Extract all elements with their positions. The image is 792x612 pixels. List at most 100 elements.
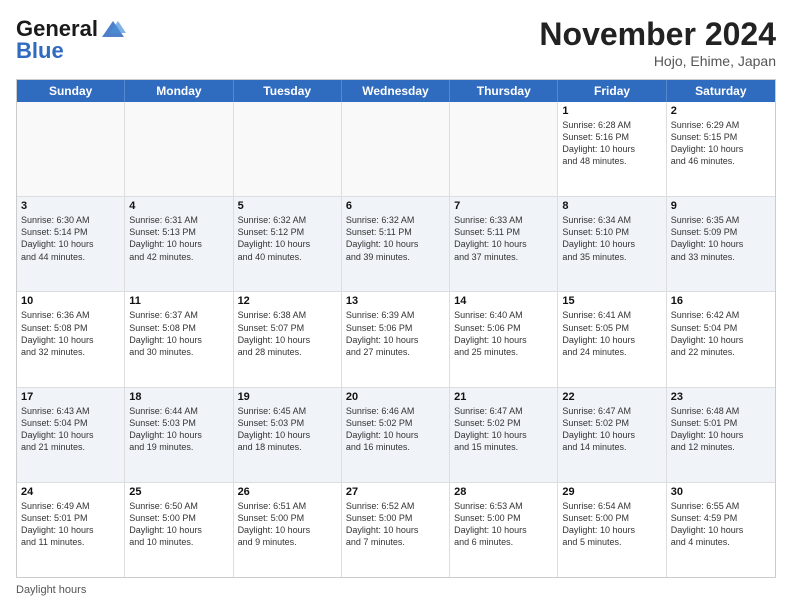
cal-cell-day-21: 21 Sunrise: 6:47 AM Sunset: 5:02 PM Dayli… (450, 388, 558, 482)
cell-sun-info: Sunrise: 6:46 AM Sunset: 5:02 PM Dayligh… (346, 405, 445, 454)
day-number: 23 (671, 391, 771, 403)
day-number: 20 (346, 391, 445, 403)
day-number: 28 (454, 486, 553, 498)
cal-cell-day-7: 7Sunrise: 6:33 AM Sunset: 5:11 PM Daylig… (450, 197, 558, 291)
cal-cell-day-27: 27 Sunrise: 6:52 AM Sunset: 5:00 PM Dayli… (342, 483, 450, 577)
calendar-body: 1 Sunrise: 6:28 AM Sunset: 5:16 PM Daylig… (17, 102, 775, 577)
cal-cell-day-4: 4 Sunrise: 6:31 AM Sunset: 5:13 PM Daylig… (125, 197, 233, 291)
day-number: 4 (129, 200, 228, 212)
cal-cell-day-12: 12 Sunrise: 6:38 AM Sunset: 5:07 PM Dayli… (234, 292, 342, 386)
cal-cell-day-17: 17 Sunrise: 6:43 AM Sunset: 5:04 PM Dayli… (17, 388, 125, 482)
cal-cell-empty (234, 102, 342, 196)
cell-sun-info: Sunrise: 6:31 AM Sunset: 5:13 PM Dayligh… (129, 214, 228, 263)
cal-cell-day-29: 29 Sunrise: 6:54 AM Sunset: 5:00 PM Dayli… (558, 483, 666, 577)
daylight-label: Daylight hours (16, 584, 86, 596)
cell-sun-info: Sunrise: 6:35 AM Sunset: 5:09 PM Dayligh… (671, 214, 771, 263)
day-number: 27 (346, 486, 445, 498)
cell-sun-info: Sunrise: 6:38 AM Sunset: 5:07 PM Dayligh… (238, 309, 337, 358)
cell-sun-info: Sunrise: 6:48 AM Sunset: 5:01 PM Dayligh… (671, 405, 771, 454)
cell-sun-info: Sunrise: 6:32 AM Sunset: 5:12 PM Dayligh… (238, 214, 337, 263)
day-number: 12 (238, 295, 337, 307)
cal-cell-day-23: 23 Sunrise: 6:48 AM Sunset: 5:01 PM Dayli… (667, 388, 775, 482)
weekday-header-thursday: Thursday (450, 80, 558, 102)
day-number: 1 (562, 105, 661, 117)
header: General Blue November 2024 Hojo, Ehime, … (16, 16, 776, 69)
cell-sun-info: Sunrise: 6:43 AM Sunset: 5:04 PM Dayligh… (21, 405, 120, 454)
day-number: 21 (454, 391, 553, 403)
cal-cell-day-20: 20 Sunrise: 6:46 AM Sunset: 5:02 PM Dayli… (342, 388, 450, 482)
day-number: 22 (562, 391, 661, 403)
cell-sun-info: Sunrise: 6:50 AM Sunset: 5:00 PM Dayligh… (129, 500, 228, 549)
cell-sun-info: Sunrise: 6:41 AM Sunset: 5:05 PM Dayligh… (562, 309, 661, 358)
calendar-header: SundayMondayTuesdayWednesdayThursdayFrid… (17, 80, 775, 102)
footer-note: Daylight hours (16, 584, 776, 596)
weekday-header-tuesday: Tuesday (234, 80, 342, 102)
cal-cell-day-22: 22 Sunrise: 6:47 AM Sunset: 5:02 PM Dayli… (558, 388, 666, 482)
day-number: 6 (346, 200, 445, 212)
day-number: 19 (238, 391, 337, 403)
cal-cell-day-25: 25 Sunrise: 6:50 AM Sunset: 5:00 PM Dayli… (125, 483, 233, 577)
weekday-header-friday: Friday (558, 80, 666, 102)
cal-cell-day-30: 30 Sunrise: 6:55 AM Sunset: 4:59 PM Dayli… (667, 483, 775, 577)
cell-sun-info: Sunrise: 6:32 AM Sunset: 5:11 PM Dayligh… (346, 214, 445, 263)
cell-sun-info: Sunrise: 6:47 AM Sunset: 5:02 PM Dayligh… (562, 405, 661, 454)
cal-cell-day-13: 13Sunrise: 6:39 AM Sunset: 5:06 PM Dayli… (342, 292, 450, 386)
day-number: 24 (21, 486, 120, 498)
calendar-row-4: 17 Sunrise: 6:43 AM Sunset: 5:04 PM Dayli… (17, 388, 775, 483)
cal-cell-day-6: 6 Sunrise: 6:32 AM Sunset: 5:11 PM Daylig… (342, 197, 450, 291)
day-number: 2 (671, 105, 771, 117)
cell-sun-info: Sunrise: 6:42 AM Sunset: 5:04 PM Dayligh… (671, 309, 771, 358)
cal-cell-day-16: 16 Sunrise: 6:42 AM Sunset: 5:04 PM Dayli… (667, 292, 775, 386)
month-title: November 2024 (539, 16, 776, 53)
day-number: 9 (671, 200, 771, 212)
page: General Blue November 2024 Hojo, Ehime, … (0, 0, 792, 612)
cell-sun-info: Sunrise: 6:55 AM Sunset: 4:59 PM Dayligh… (671, 500, 771, 549)
cal-cell-day-19: 19 Sunrise: 6:45 AM Sunset: 5:03 PM Dayli… (234, 388, 342, 482)
day-number: 16 (671, 295, 771, 307)
weekday-header-saturday: Saturday (667, 80, 775, 102)
logo: General Blue (16, 16, 126, 64)
cal-cell-empty (450, 102, 558, 196)
cell-sun-info: Sunrise: 6:51 AM Sunset: 5:00 PM Dayligh… (238, 500, 337, 549)
cal-cell-day-26: 26 Sunrise: 6:51 AM Sunset: 5:00 PM Dayli… (234, 483, 342, 577)
day-number: 29 (562, 486, 661, 498)
day-number: 8 (562, 200, 661, 212)
day-number: 18 (129, 391, 228, 403)
cell-sun-info: Sunrise: 6:39 AM Sunset: 5:06 PM Dayligh… (346, 309, 445, 358)
weekday-header-sunday: Sunday (17, 80, 125, 102)
cal-cell-day-1: 1 Sunrise: 6:28 AM Sunset: 5:16 PM Daylig… (558, 102, 666, 196)
day-number: 14 (454, 295, 553, 307)
day-number: 30 (671, 486, 771, 498)
cell-sun-info: Sunrise: 6:45 AM Sunset: 5:03 PM Dayligh… (238, 405, 337, 454)
calendar-row-1: 1 Sunrise: 6:28 AM Sunset: 5:16 PM Daylig… (17, 102, 775, 197)
cal-cell-day-3: 3 Sunrise: 6:30 AM Sunset: 5:14 PM Daylig… (17, 197, 125, 291)
cell-sun-info: Sunrise: 6:53 AM Sunset: 5:00 PM Dayligh… (454, 500, 553, 549)
location: Hojo, Ehime, Japan (539, 53, 776, 69)
cal-cell-day-11: 11 Sunrise: 6:37 AM Sunset: 5:08 PM Dayli… (125, 292, 233, 386)
cal-cell-day-24: 24Sunrise: 6:49 AM Sunset: 5:01 PM Dayli… (17, 483, 125, 577)
cell-sun-info: Sunrise: 6:37 AM Sunset: 5:08 PM Dayligh… (129, 309, 228, 358)
cell-sun-info: Sunrise: 6:52 AM Sunset: 5:00 PM Dayligh… (346, 500, 445, 549)
calendar-row-3: 10Sunrise: 6:36 AM Sunset: 5:08 PM Dayli… (17, 292, 775, 387)
cell-sun-info: Sunrise: 6:54 AM Sunset: 5:00 PM Dayligh… (562, 500, 661, 549)
cal-cell-day-18: 18 Sunrise: 6:44 AM Sunset: 5:03 PM Dayli… (125, 388, 233, 482)
day-number: 17 (21, 391, 120, 403)
cal-cell-day-15: 15Sunrise: 6:41 AM Sunset: 5:05 PM Dayli… (558, 292, 666, 386)
day-number: 11 (129, 295, 228, 307)
cal-cell-day-14: 14Sunrise: 6:40 AM Sunset: 5:06 PM Dayli… (450, 292, 558, 386)
day-number: 25 (129, 486, 228, 498)
day-number: 26 (238, 486, 337, 498)
cell-sun-info: Sunrise: 6:44 AM Sunset: 5:03 PM Dayligh… (129, 405, 228, 454)
day-number: 3 (21, 200, 120, 212)
day-number: 5 (238, 200, 337, 212)
cell-sun-info: Sunrise: 6:28 AM Sunset: 5:16 PM Dayligh… (562, 119, 661, 168)
logo-icon (100, 19, 126, 41)
cell-sun-info: Sunrise: 6:29 AM Sunset: 5:15 PM Dayligh… (671, 119, 771, 168)
weekday-header-wednesday: Wednesday (342, 80, 450, 102)
cell-sun-info: Sunrise: 6:30 AM Sunset: 5:14 PM Dayligh… (21, 214, 120, 263)
cal-cell-empty (342, 102, 450, 196)
title-block: November 2024 Hojo, Ehime, Japan (539, 16, 776, 69)
cal-cell-empty (125, 102, 233, 196)
cell-sun-info: Sunrise: 6:47 AM Sunset: 5:02 PM Dayligh… (454, 405, 553, 454)
cal-cell-day-10: 10Sunrise: 6:36 AM Sunset: 5:08 PM Dayli… (17, 292, 125, 386)
